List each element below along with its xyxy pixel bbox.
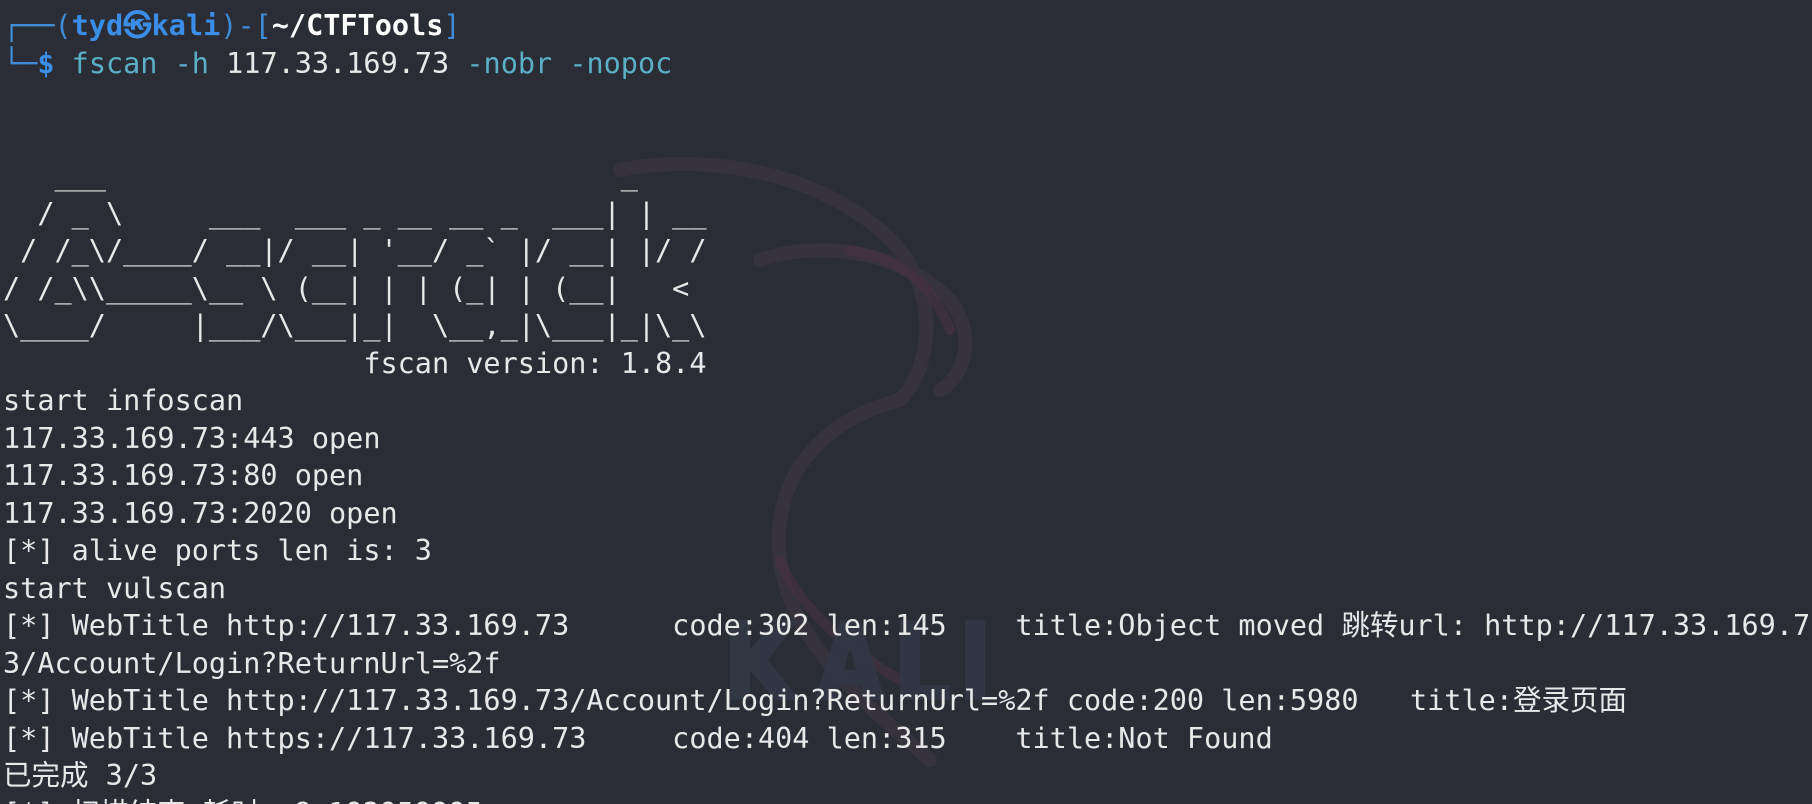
output-line: [*] WebTitle https://117.33.169.73 code:… <box>3 721 1273 755</box>
banner-line: \____/ |___/\___|_| \__,_|\___|_|\_\ <box>3 309 758 342</box>
banner-line: / _ \ ___ ___ _ __ __ _ ___| | __ <box>3 196 724 230</box>
version-line: fscan version: 1.8.4 <box>3 346 707 380</box>
kali-skull-icon: ㉿ <box>123 9 152 42</box>
prompt-path: ~/CTFTools <box>271 9 444 42</box>
prompt-dollar: $ <box>37 46 55 80</box>
output-line: [*] WebTitle http://117.33.169.73/Accoun… <box>3 684 1627 717</box>
output-line: 3/Account/Login?ReturnUrl=%2f <box>3 646 501 680</box>
command-line[interactable]: └─$ fscan -h 117.33.169.73 -nobr -nopoc <box>3 45 1812 83</box>
command-flag-h: -h <box>174 46 209 80</box>
command-target: 117.33.169.73 <box>226 46 450 80</box>
output-line: 117.33.169.73:80 open <box>3 459 364 492</box>
prompt-corner-bottom: └─ <box>3 46 38 80</box>
prompt-corner-top: ┌──( <box>3 9 72 42</box>
output-line: start vulscan <box>3 571 227 605</box>
banner-line: / /_\\_____\__ \ (__| | | (_| | (__| < <box>3 271 758 305</box>
banner-line: / /_\/____/ __|/ __| '__/ _` |/ __| |/ / <box>3 234 707 267</box>
prompt-line-top: ┌──(tyd㉿kali)-[~/CTFTools] <box>3 7 1812 45</box>
output-line: start infoscan <box>3 384 244 417</box>
output-line: 117.33.169.73:443 open <box>3 421 381 455</box>
prompt-user: tyd <box>71 9 124 42</box>
output-line: 117.33.169.73:2020 open <box>3 496 398 530</box>
output-line: [*] WebTitle http://117.33.169.73 code:3… <box>3 609 1811 642</box>
command-name: fscan <box>71 46 158 80</box>
prompt-close: ] <box>443 9 461 42</box>
output-line: [*] 扫描结束,耗时: 8.192959995s <box>3 795 1812 804</box>
terminal-window[interactable]: ┌──(tyd㉿kali)-[~/CTFTools] └─$ fscan -h … <box>0 0 1812 804</box>
command-flags: -nobr -nopoc <box>466 46 673 80</box>
output-line: [*] alive ports len is: 3 <box>3 534 432 567</box>
output-line: 已完成 3/3 <box>3 759 158 792</box>
prompt-separator: )-[ <box>220 9 272 42</box>
prompt-host: kali <box>151 9 221 42</box>
banner-line: ___ _ <box>3 159 707 192</box>
